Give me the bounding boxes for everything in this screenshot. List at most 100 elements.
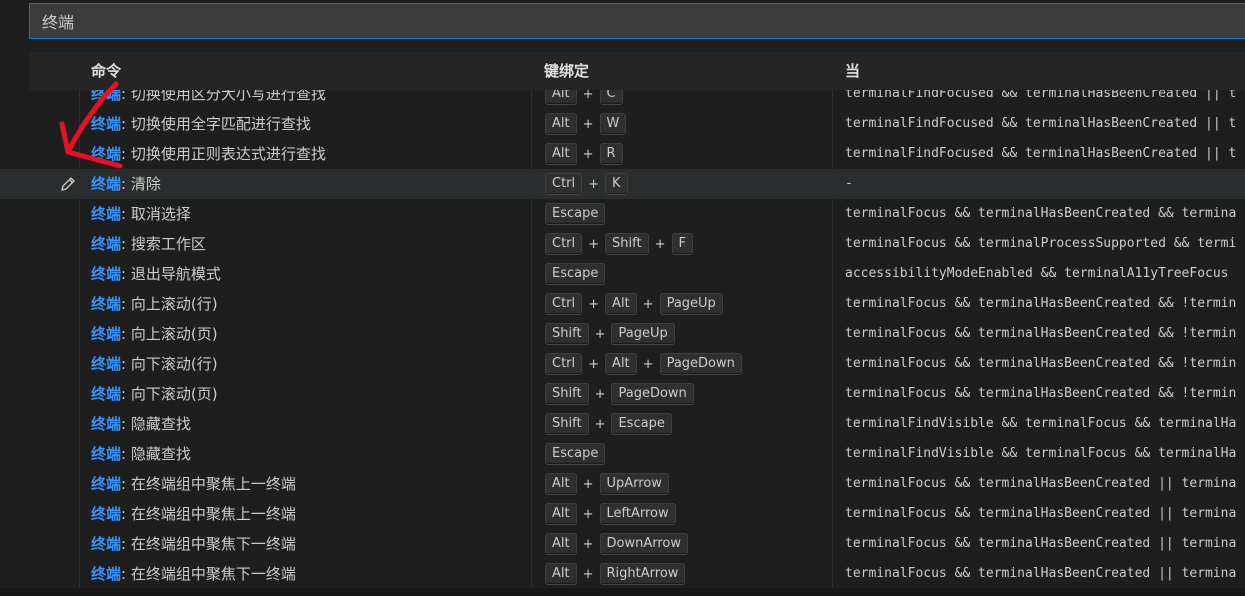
key-cap: Alt (545, 533, 577, 555)
header-keybinding[interactable]: 键绑定 (544, 52, 589, 90)
command-category: 终端 (91, 235, 122, 253)
keybinding-row[interactable]: 终端: 切换使用区分大小写进行查找 Alt + C terminalFindFocuse… (0, 90, 1245, 109)
keybinding-row[interactable]: 终端: 在终端组中聚焦下一终端 Alt + DownArrow terminalFocu… (0, 529, 1245, 559)
command-title: 向下滚动(页) (130, 385, 218, 403)
command-title: 隐藏查找 (130, 415, 191, 433)
keybinding-row[interactable]: 终端: 清除 Ctrl + K - (0, 169, 1245, 199)
key-cap: Alt (605, 293, 637, 315)
key-cap: K (605, 173, 628, 195)
keybinding-keys: Alt + RightArrow (545, 559, 686, 589)
key-cap: Shift (545, 413, 589, 435)
keybinding-row[interactable]: 终端: 隐藏查找 Escape terminalFindVisible && ter… (0, 439, 1245, 469)
key-cap: Ctrl (545, 293, 583, 315)
keybinding-row[interactable]: 终端: 切换使用正则表达式进行查找 Alt + R terminalFindFocuse… (0, 139, 1245, 169)
key-cap: F (671, 233, 693, 255)
keybinding-row[interactable]: 终端: 取消选择 Escape terminalFocus && terminalH… (0, 199, 1245, 229)
header-when[interactable]: 当 (845, 52, 860, 90)
key-cap: LeftArrow (599, 503, 676, 525)
key-cap: Escape (545, 443, 606, 465)
keybinding-keys: Alt + W (545, 109, 627, 139)
keybinding-keys: Shift + PageDown (545, 379, 694, 409)
search-input[interactable] (29, 3, 1245, 39)
keybinding-row[interactable]: 终端: 向下滚动(页) Shift + PageDown terminalFocus &… (0, 379, 1245, 409)
command-label: 终端: 向上滚动(页) (91, 325, 218, 343)
when-clause: terminalFindFocused && terminalHasBeenCr… (845, 146, 1237, 161)
keybinding-keys: Shift + Escape (545, 409, 672, 439)
command-title: 退出导航模式 (130, 265, 221, 283)
command-label: 终端: 取消选择 (91, 205, 191, 223)
command-category: 终端 (91, 415, 122, 433)
header-command[interactable]: 命令 (91, 52, 121, 90)
pencil-icon[interactable] (58, 174, 78, 194)
command-title: 向上滚动(行) (130, 295, 218, 313)
command-label: 终端: 在终端组中聚焦下一终端 (91, 535, 296, 553)
command-category: 终端 (91, 325, 122, 343)
key-cap: DownArrow (599, 533, 689, 555)
command-title: 向下滚动(行) (130, 355, 218, 373)
when-clause: terminalFindFocused && terminalHasBeenCr… (845, 116, 1237, 131)
key-cap: Alt (545, 503, 577, 525)
command-label: 终端: 搜索工作区 (91, 235, 206, 253)
when-clause: terminalFocus && terminalHasBeenCreated … (845, 356, 1237, 371)
command-category: 终端 (91, 295, 122, 313)
command-label: 终端: 向下滚动(行) (91, 355, 218, 373)
key-cap: Alt (545, 90, 577, 105)
command-category: 终端 (91, 205, 122, 223)
keybinding-row[interactable]: 终端: 在终端组中聚焦上一终端 Alt + LeftArrow terminalFocu… (0, 499, 1245, 529)
keybinding-row[interactable]: 终端: 切换使用全字匹配进行查找 Alt + W terminalFindFocused… (0, 109, 1245, 139)
command-title: 切换使用全字匹配进行查找 (130, 115, 311, 133)
key-cap: Escape (545, 203, 606, 225)
command-label: 终端: 向下滚动(页) (91, 385, 218, 403)
command-title: 在终端组中聚焦上一终端 (130, 505, 296, 523)
command-title: 切换使用区分大小写进行查找 (130, 90, 326, 103)
key-cap: Ctrl (545, 173, 583, 195)
command-category: 终端 (91, 505, 122, 523)
keybinding-keys: Alt + UpArrow (545, 469, 669, 499)
key-cap: Alt (545, 473, 577, 495)
command-category: 终端 (91, 115, 122, 133)
command-label: 终端: 隐藏查找 (91, 445, 191, 463)
when-clause: - (845, 176, 853, 191)
keybinding-keys: Alt + C (545, 90, 623, 109)
when-clause: terminalFocus && terminalHasBeenCreated … (845, 506, 1237, 521)
key-cap: Alt (605, 353, 637, 375)
keybinding-row[interactable]: 终端: 退出导航模式 Escape accessibilityModeEnabled… (0, 259, 1245, 289)
key-cap: UpArrow (599, 473, 669, 495)
key-cap: RightArrow (599, 563, 686, 585)
command-category: 终端 (91, 355, 122, 373)
keybinding-row[interactable]: 终端: 搜索工作区 Ctrl + Shift + F terminalFocus && te… (0, 229, 1245, 259)
command-label: 终端: 清除 (91, 175, 161, 193)
command-label: 终端: 切换使用正则表达式进行查找 (91, 145, 326, 163)
keybinding-keys: Escape (545, 259, 606, 289)
key-cap: W (599, 113, 627, 135)
keybinding-keys: Alt + LeftArrow (545, 499, 676, 529)
keybinding-row[interactable]: 终端: 向下滚动(行) Ctrl + Alt + PageDown terminalFocu… (0, 349, 1245, 379)
command-label: 终端: 在终端组中聚焦上一终端 (91, 475, 296, 493)
keybinding-keys: Ctrl + Shift + F (545, 229, 693, 259)
command-category: 终端 (91, 445, 122, 463)
when-clause: terminalFocus && terminalHasBeenCreated … (845, 566, 1237, 581)
command-label: 终端: 在终端组中聚焦上一终端 (91, 505, 296, 523)
command-category: 终端 (91, 385, 122, 403)
when-clause: terminalFindVisible && terminalFocus && … (845, 446, 1237, 461)
keybinding-row[interactable]: 终端: 向上滚动(页) Shift + PageUp terminalFocus && … (0, 319, 1245, 349)
bottom-edge (0, 588, 1245, 596)
when-clause: terminalFocus && terminalProcessSupporte… (845, 236, 1237, 251)
keybinding-keys: Alt + R (545, 139, 623, 169)
command-label: 终端: 退出导航模式 (91, 265, 221, 283)
search-bar (0, 0, 1245, 52)
key-cap: PageUp (611, 323, 675, 345)
keybinding-keys: Ctrl + K (545, 169, 628, 199)
key-cap: Shift (545, 323, 589, 345)
keybinding-keys: Escape (545, 199, 606, 229)
when-clause: terminalFocus && terminalHasBeenCreated … (845, 296, 1237, 311)
command-category: 终端 (91, 90, 122, 103)
command-category: 终端 (91, 535, 122, 553)
keybinding-row[interactable]: 终端: 在终端组中聚焦下一终端 Alt + RightArrow terminalFoc… (0, 559, 1245, 589)
keybinding-row[interactable]: 终端: 向上滚动(行) Ctrl + Alt + PageUp terminalFocus … (0, 289, 1245, 319)
key-cap: Ctrl (545, 233, 583, 255)
command-category: 终端 (91, 265, 122, 283)
keybinding-row[interactable]: 终端: 在终端组中聚焦上一终端 Alt + UpArrow terminalFocus … (0, 469, 1245, 499)
command-label: 终端: 切换使用区分大小写进行查找 (91, 90, 326, 109)
keybinding-row[interactable]: 终端: 隐藏查找 Shift + Escape terminalFindVisible … (0, 409, 1245, 439)
